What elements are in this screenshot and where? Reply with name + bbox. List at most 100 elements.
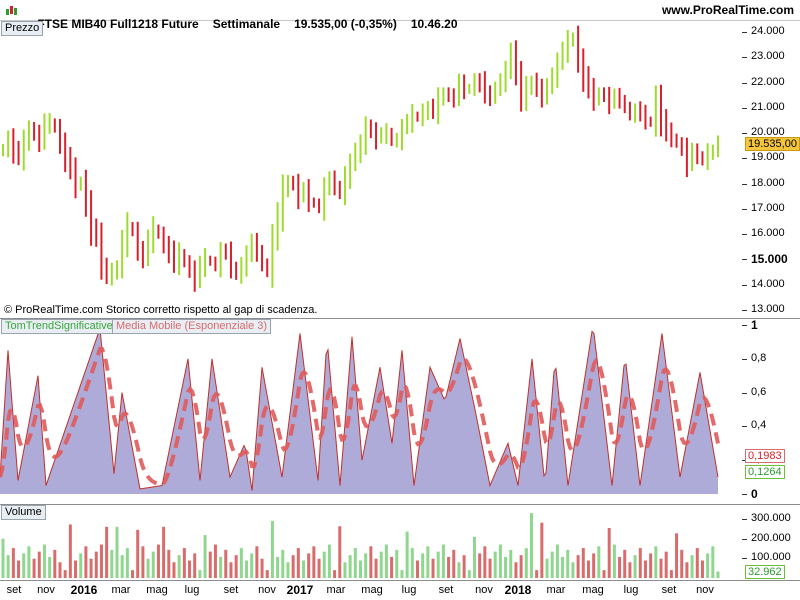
volume-bar — [131, 570, 135, 578]
volume-axis-label: 300.000 — [751, 511, 791, 524]
volume-axis-label: 200.000 — [751, 531, 791, 544]
volume-bar — [42, 544, 46, 578]
volume-bar — [1, 538, 5, 578]
volume-bar — [53, 549, 57, 578]
volume-axis-tick — [742, 518, 747, 520]
volume-bar — [136, 529, 140, 578]
volume-bar — [198, 570, 202, 578]
volume-pane-label[interactable]: Volume — [1, 505, 46, 520]
volume-bar — [177, 555, 181, 578]
time-axis-label: mag — [361, 584, 383, 596]
volume-bar — [245, 560, 249, 578]
chart-logo-icon — [4, 4, 18, 18]
price-axis-label: 24.000 — [751, 25, 785, 37]
volume-bar — [224, 549, 228, 578]
volume-bar — [504, 556, 508, 578]
volume-axis-tick — [742, 558, 747, 560]
price-axis-tick — [742, 82, 747, 84]
volume-bar — [483, 546, 487, 578]
price-axis-label: 19.000 — [751, 151, 785, 164]
time-axis-label: nov — [696, 584, 714, 596]
price-axis-label: 17.000 — [751, 201, 785, 214]
volume-bar — [229, 562, 233, 578]
volume-bar — [421, 553, 425, 578]
price-axis-label: 16.000 — [751, 227, 785, 240]
volume-bar — [664, 551, 668, 578]
volume-bar — [234, 555, 238, 578]
time-axis-label: mag — [582, 584, 604, 596]
volume-bar — [390, 556, 394, 578]
time-axis-label: 2016 — [70, 583, 98, 597]
volume-bar — [700, 560, 704, 578]
volume-bar — [431, 558, 435, 578]
indicator-axis-tick — [742, 325, 747, 326]
volume-bar — [203, 535, 207, 578]
volume-bar — [436, 551, 440, 578]
volume-bar — [110, 549, 114, 578]
volume-bar — [649, 553, 653, 578]
volume-bar — [343, 562, 347, 578]
volume-bar — [514, 562, 518, 578]
volume-bar — [17, 560, 21, 578]
indicator-label-trend[interactable]: TomTrendSignificative — [1, 319, 117, 334]
time-axis-label: mar — [111, 584, 131, 596]
volume-bar — [151, 551, 155, 578]
indicator-label-ma[interactable]: Media Mobile (Esponenziale 3) — [112, 319, 272, 334]
volume-bar — [607, 528, 611, 578]
time-axis-label: set — [661, 584, 677, 596]
volume-bar — [193, 553, 197, 578]
volume-bar — [353, 548, 357, 578]
price-axis-tick — [742, 57, 747, 59]
volume-bar — [291, 555, 295, 578]
indicator-chart[interactable] — [0, 319, 742, 505]
volume-bar — [327, 544, 331, 578]
volume-bar — [84, 546, 88, 578]
volume-bar — [188, 560, 192, 578]
indicator-axis-tick — [742, 358, 747, 360]
volume-bar — [208, 551, 212, 578]
price-axis-label: 22.000 — [751, 75, 785, 88]
volume-bar — [317, 558, 321, 578]
time-axis-label: set — [6, 584, 22, 596]
volume-bar — [415, 560, 419, 578]
volume-bar — [488, 558, 492, 578]
price-axis-tick — [742, 284, 747, 286]
volume-bar — [643, 560, 647, 578]
trend-value-tag: 0,1264 — [745, 465, 785, 479]
volume-bar — [307, 553, 311, 578]
time-axis-label: set — [223, 584, 239, 596]
volume-bar — [581, 548, 585, 578]
indicator-axis-label: 0,4 — [751, 419, 767, 432]
price-chart[interactable] — [0, 21, 742, 319]
volume-bar — [22, 553, 26, 578]
volume-bar — [711, 546, 715, 578]
price-axis-label: 14.000 — [751, 277, 785, 290]
volume-bar — [561, 556, 565, 578]
volume-bar — [576, 555, 580, 578]
volume-bar — [58, 562, 62, 578]
volume-bar — [213, 544, 217, 578]
volume-bar — [296, 548, 300, 578]
volume-bar — [633, 555, 637, 578]
volume-bar — [11, 548, 15, 578]
volume-bar — [156, 544, 160, 578]
volume-bar — [555, 544, 559, 578]
price-axis-tick — [742, 158, 747, 160]
volume-bar — [219, 556, 223, 578]
price-pane-label[interactable]: Prezzo — [1, 21, 44, 36]
volume-bar — [405, 531, 409, 578]
volume-chart[interactable] — [0, 505, 742, 580]
volume-bar — [669, 570, 673, 578]
time-axis-label: lug — [623, 584, 639, 596]
site-link[interactable]: www.ProRealTime.com — [662, 3, 794, 17]
volume-bar — [74, 560, 78, 578]
volume-bar — [182, 548, 186, 578]
volume-bar — [105, 526, 109, 578]
volume-bar — [472, 536, 476, 578]
price-axis-tick — [742, 259, 747, 261]
volume-bar — [239, 548, 243, 578]
volume-bar — [706, 553, 710, 578]
volume-bar — [265, 570, 269, 578]
volume-axis-label: 100.000 — [751, 551, 791, 564]
time-axis-label: lug — [184, 584, 200, 596]
